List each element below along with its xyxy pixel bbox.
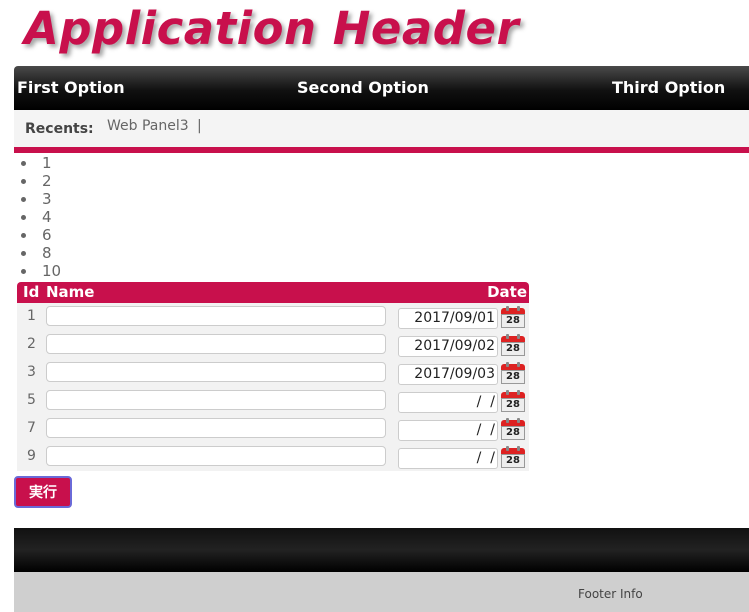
date-input[interactable]: / /: [398, 392, 498, 413]
date-input[interactable]: 2017/09/03: [398, 364, 498, 385]
calendar-ring: [517, 390, 520, 395]
name-input[interactable]: [46, 306, 386, 326]
date-input[interactable]: / /: [398, 448, 498, 469]
list-item[interactable]: 2: [14, 172, 61, 190]
table-row: 2 2017/09/02 28: [17, 331, 529, 359]
list-item-label: 8: [42, 244, 52, 262]
row-id: 5: [27, 392, 36, 408]
date-input[interactable]: / /: [398, 420, 498, 441]
calendar-ring: [506, 418, 509, 423]
date-input[interactable]: 2017/09/02: [398, 336, 498, 357]
list-item[interactable]: 4: [14, 208, 61, 226]
footer-bar: [14, 528, 749, 572]
calendar-ring: [506, 446, 509, 451]
recents-separator: |: [197, 118, 202, 134]
calendar-icon[interactable]: 28: [501, 362, 525, 384]
nav-second-option[interactable]: Second Option: [297, 66, 429, 110]
list-item[interactable]: 10: [14, 262, 61, 280]
calendar-ring: [506, 390, 509, 395]
recents-link-web-panel3[interactable]: Web Panel3: [107, 118, 189, 134]
grid-header: Id Name Date: [17, 282, 529, 303]
table-row: 5 / / 28: [17, 387, 529, 415]
calendar-ring: [517, 362, 520, 367]
calendar-ring: [517, 306, 520, 311]
bullet-icon: [21, 269, 26, 274]
list-item-label: 4: [42, 208, 52, 226]
calendar-ring: [506, 362, 509, 367]
number-list: 1 2 3 4 6 8 10: [14, 154, 61, 280]
app-header-title: Application Header: [24, 2, 520, 55]
list-item[interactable]: 1: [14, 154, 61, 172]
name-input[interactable]: [46, 334, 386, 354]
name-input[interactable]: [46, 362, 386, 382]
list-item-label: 1: [42, 154, 52, 172]
footer-info-bar: Footer Info: [14, 572, 749, 612]
calendar-day: 28: [501, 342, 525, 356]
calendar-ring: [517, 334, 520, 339]
calendar-icon[interactable]: 28: [501, 390, 525, 412]
table-row: 3 2017/09/03 28: [17, 359, 529, 387]
calendar-day: 28: [501, 370, 525, 384]
footer-info-text: Footer Info: [578, 587, 643, 601]
calendar-ring: [506, 306, 509, 311]
list-item-label: 2: [42, 172, 52, 190]
list-item-label: 10: [42, 262, 62, 280]
calendar-day: 28: [501, 426, 525, 440]
list-item[interactable]: 8: [14, 244, 61, 262]
nav-third-option[interactable]: Third Option: [612, 66, 725, 110]
bullet-icon: [21, 161, 26, 166]
list-item-label: 3: [42, 190, 52, 208]
row-id: 7: [27, 420, 36, 436]
calendar-icon[interactable]: 28: [501, 418, 525, 440]
nav-first-option[interactable]: First Option: [17, 66, 125, 110]
name-input[interactable]: [46, 418, 386, 438]
calendar-ring: [517, 446, 520, 451]
list-item[interactable]: 6: [14, 226, 61, 244]
bullet-icon: [21, 215, 26, 220]
data-grid: Id Name Date 1 2017/09/01 28 2 2017/09/0…: [17, 282, 529, 471]
calendar-day: 28: [501, 454, 525, 468]
calendar-ring: [517, 418, 520, 423]
top-navigation-bar: First Option Second Option Third Option: [14, 66, 749, 110]
table-row: 9 / / 28: [17, 443, 529, 471]
name-input[interactable]: [46, 390, 386, 410]
date-input[interactable]: 2017/09/01: [398, 308, 498, 329]
column-header-name: Name: [46, 283, 95, 301]
calendar-ring: [506, 334, 509, 339]
calendar-day: 28: [501, 314, 525, 328]
bullet-icon: [21, 197, 26, 202]
calendar-icon[interactable]: 28: [501, 446, 525, 468]
table-row: 1 2017/09/01 28: [17, 303, 529, 331]
row-id: 9: [27, 448, 36, 464]
recents-label: Recents:: [25, 121, 94, 137]
row-id: 1: [27, 308, 36, 324]
list-item[interactable]: 3: [14, 190, 61, 208]
calendar-icon[interactable]: 28: [501, 334, 525, 356]
bullet-icon: [21, 251, 26, 256]
row-id: 2: [27, 336, 36, 352]
column-header-date: Date: [487, 283, 527, 301]
list-item-label: 6: [42, 226, 52, 244]
calendar-day: 28: [501, 398, 525, 412]
execute-button[interactable]: 実行: [14, 476, 72, 508]
calendar-icon[interactable]: 28: [501, 306, 525, 328]
column-header-id: Id: [23, 283, 40, 301]
bullet-icon: [21, 233, 26, 238]
bullet-icon: [21, 179, 26, 184]
row-id: 3: [27, 364, 36, 380]
recents-bar: Recents: Web Panel3 |: [14, 110, 749, 153]
table-row: 7 / / 28: [17, 415, 529, 443]
name-input[interactable]: [46, 446, 386, 466]
